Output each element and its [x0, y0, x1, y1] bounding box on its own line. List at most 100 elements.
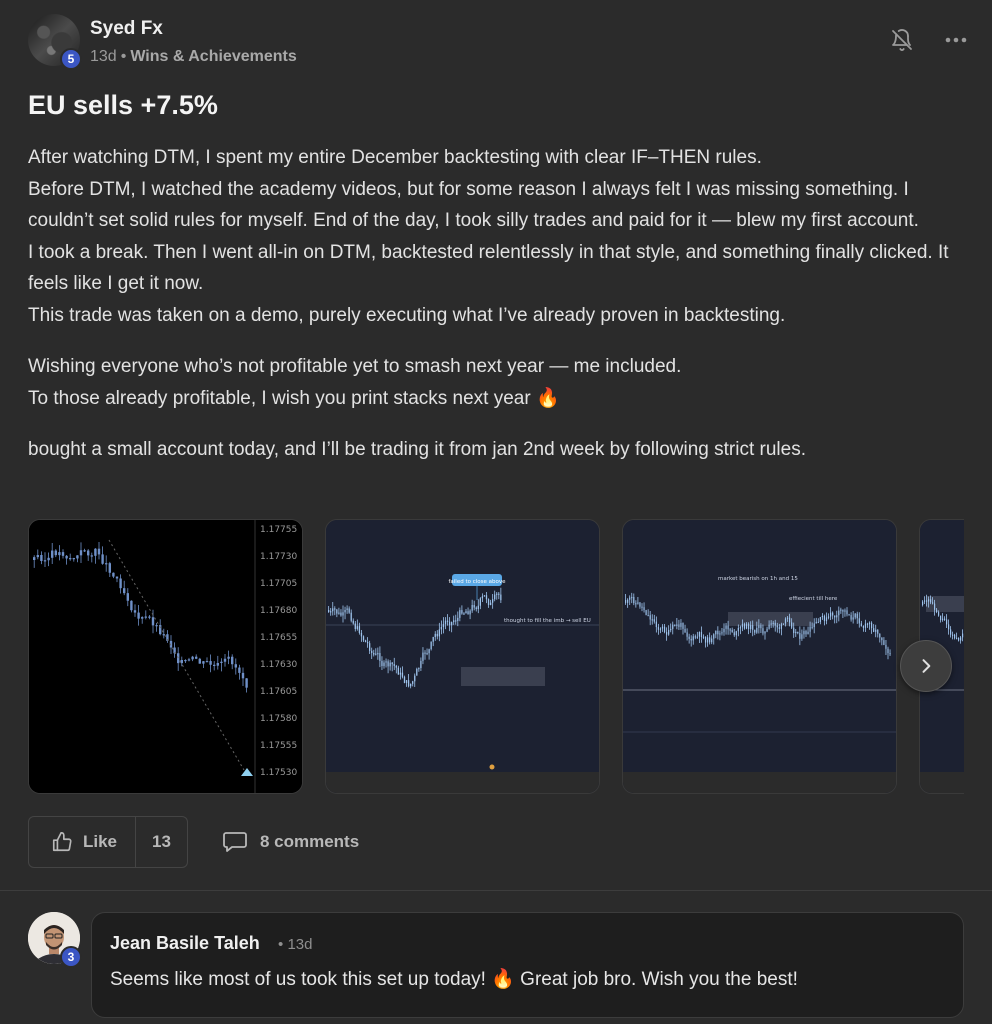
- meta-separator: •: [120, 48, 127, 65]
- candle-body: [391, 662, 393, 665]
- candle-body: [405, 680, 408, 683]
- candle-body: [627, 599, 629, 603]
- candle-body: [403, 676, 406, 683]
- author-avatar[interactable]: 5: [28, 14, 82, 70]
- post-body: After watching DTM, I spent my entire De…: [28, 142, 968, 486]
- comments-button[interactable]: 8 comments: [222, 830, 359, 854]
- candle-body: [36, 555, 39, 558]
- candle-body: [387, 661, 389, 667]
- candle-body: [766, 628, 768, 632]
- comment-separator: •: [278, 936, 284, 953]
- candle-body: [938, 612, 940, 616]
- candle-body: [489, 602, 492, 605]
- candle-body: [444, 620, 447, 625]
- comment-meta: • 13d: [278, 936, 312, 953]
- candle-body: [187, 659, 191, 661]
- chart-image-2[interactable]: failed to close above thought to fill th…: [325, 519, 600, 794]
- post-category[interactable]: Wins & Achievements: [130, 48, 296, 65]
- candle-body: [862, 626, 864, 628]
- chart1-price-tick: 1.17580: [260, 714, 297, 724]
- thumbs-up-icon: [52, 832, 72, 852]
- candle-body: [807, 631, 809, 635]
- candle-body: [334, 608, 336, 610]
- candle-body: [825, 617, 828, 622]
- candle-body: [625, 600, 627, 603]
- comment-author[interactable]: Jean Basile Taleh: [110, 933, 260, 954]
- candle-body: [690, 638, 692, 641]
- commenter-avatar[interactable]: 3: [28, 912, 82, 968]
- chart-image-3[interactable]: market bearish on 1h and 15 effiecient t…: [622, 519, 897, 794]
- candle-body: [877, 629, 879, 634]
- candle-body: [350, 612, 352, 621]
- candle-body: [469, 610, 471, 615]
- candle-body: [395, 665, 397, 668]
- candle-body: [840, 609, 842, 611]
- candle-body: [735, 631, 737, 636]
- chevron-right-icon: [922, 659, 931, 673]
- post-line: Wishing everyone who’s not profitable ye…: [28, 356, 682, 377]
- candle-body: [227, 656, 230, 659]
- candle-body: [54, 550, 57, 556]
- candle-body: [962, 633, 964, 638]
- candle-body: [424, 652, 426, 654]
- candle-body: [205, 661, 209, 663]
- candle-body: [956, 637, 958, 640]
- candle-body: [678, 624, 680, 627]
- candle-body: [137, 612, 140, 619]
- candle-body: [72, 558, 75, 560]
- candle-body: [707, 637, 709, 643]
- candle-body: [202, 661, 205, 664]
- candle-body: [760, 625, 762, 629]
- candle-body: [844, 610, 846, 612]
- candle-body: [889, 653, 891, 655]
- candle-body: [407, 680, 410, 687]
- chart-image-1[interactable]: 1.17755 1.17730 1.17705 1.17680 1.17655 1.176…: [28, 519, 303, 794]
- candle-body: [737, 628, 739, 632]
- carousel-next-button[interactable]: [900, 640, 952, 692]
- candle-body: [934, 603, 936, 610]
- candle-body: [432, 637, 434, 642]
- candle-body: [809, 626, 811, 632]
- candle-body: [141, 617, 144, 619]
- candle-body: [360, 632, 363, 637]
- candle-body: [704, 636, 707, 643]
- candle-body: [51, 550, 54, 558]
- candle-body: [629, 597, 631, 600]
- author-name[interactable]: Syed Fx: [90, 18, 163, 40]
- candle-body: [940, 615, 942, 620]
- candle-body: [928, 599, 930, 602]
- candle-body: [688, 636, 690, 639]
- candle-body: [385, 661, 387, 663]
- candle-body: [954, 634, 956, 639]
- candle-body: [754, 629, 756, 633]
- like-count[interactable]: 13: [135, 817, 187, 867]
- candle-body: [858, 618, 860, 624]
- bell-off-icon[interactable]: [890, 28, 914, 52]
- candle-body: [119, 578, 122, 589]
- candle-body: [676, 624, 678, 627]
- candle-body: [657, 627, 659, 630]
- candle-body: [873, 628, 875, 632]
- comment-age: 13d: [287, 936, 313, 953]
- candle-body: [930, 599, 932, 603]
- candle-body: [692, 636, 694, 641]
- candle-body: [342, 612, 344, 616]
- candle-body: [719, 633, 721, 635]
- candle-body: [680, 622, 682, 627]
- candle-body: [827, 616, 830, 618]
- like-button[interactable]: Like: [29, 817, 135, 867]
- candle-body: [924, 600, 926, 602]
- candle-body: [866, 623, 869, 625]
- candle-body: [868, 622, 871, 625]
- comment-icon: [223, 832, 247, 852]
- candle-body: [79, 550, 83, 556]
- candle-body: [397, 667, 399, 675]
- candle-body: [711, 638, 713, 643]
- more-horizontal-icon[interactable]: [944, 28, 968, 52]
- candle-body: [709, 637, 711, 643]
- candle-body: [729, 629, 731, 631]
- candle-body: [358, 626, 361, 633]
- candle-body: [126, 593, 129, 601]
- candle-body: [713, 634, 715, 639]
- candle-body: [375, 653, 377, 655]
